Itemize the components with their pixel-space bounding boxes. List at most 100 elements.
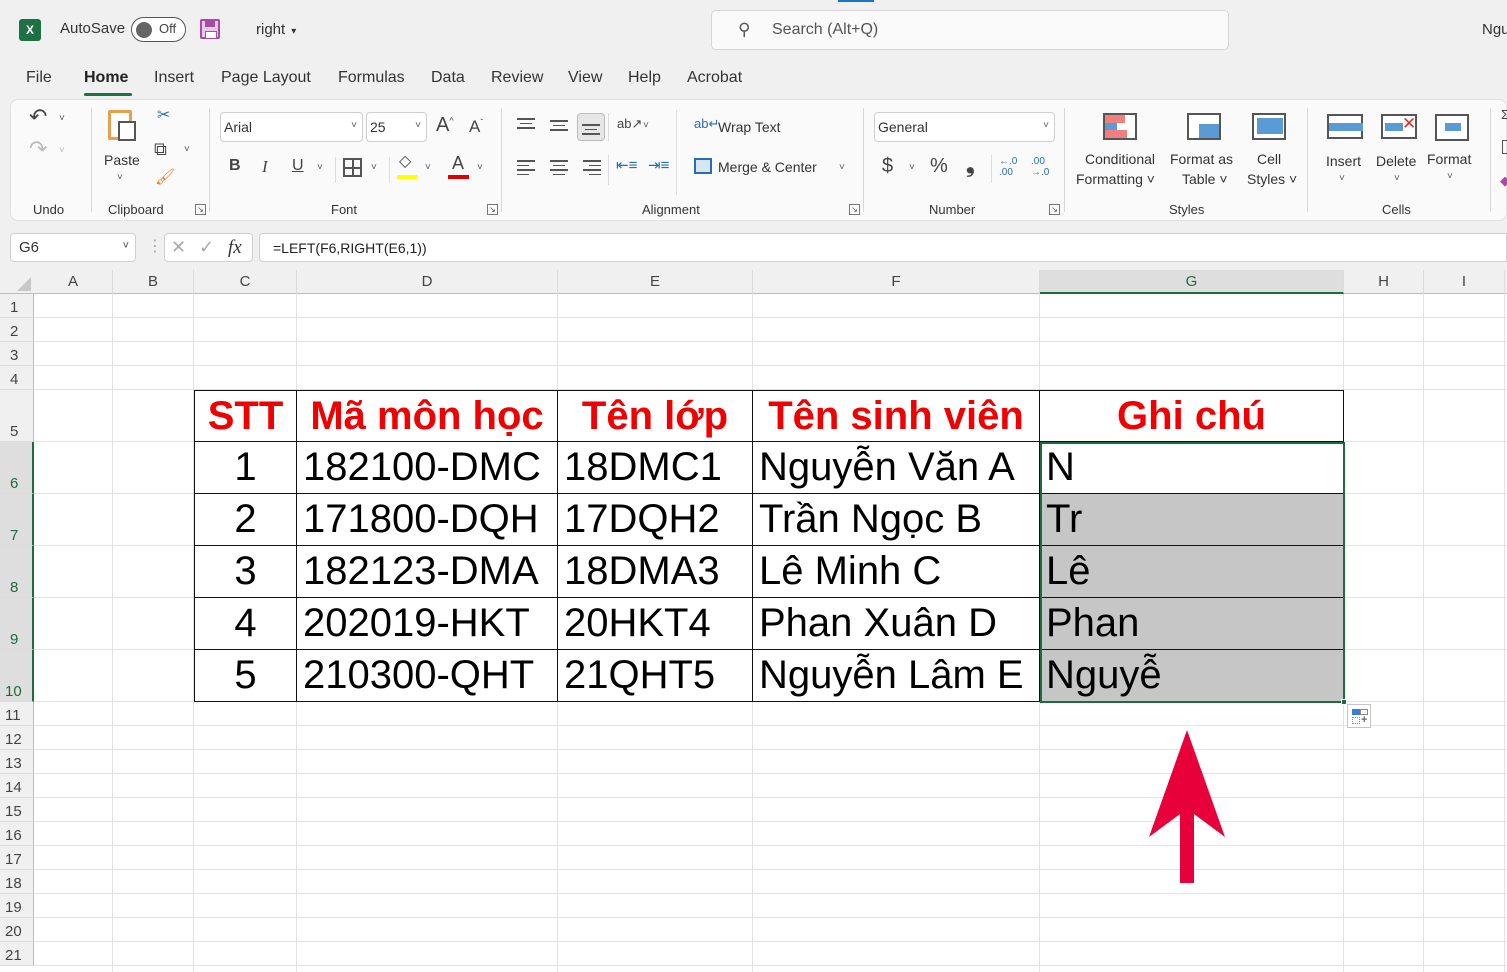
- underline-dropdown-icon[interactable]: ˅: [317, 162, 323, 173]
- font-color-dropdown-icon[interactable]: ˅: [477, 162, 483, 173]
- save-icon[interactable]: [200, 19, 220, 39]
- header-cell-stt[interactable]: STT: [194, 390, 297, 442]
- column-header-f[interactable]: F: [753, 270, 1040, 294]
- cell-course-code[interactable]: 182100-DMC: [297, 442, 558, 494]
- decrease-decimal-button[interactable]: .00 →.0: [1031, 156, 1049, 178]
- align-top-icon[interactable]: [517, 118, 535, 132]
- insert-function-icon[interactable]: fx: [228, 237, 242, 259]
- row-header-2[interactable]: 2: [0, 318, 34, 342]
- format-painter-icon[interactable]: 🖌: [155, 170, 175, 186]
- cell-course-code[interactable]: 202019-HKT: [297, 598, 558, 650]
- row-header-14[interactable]: 14: [0, 774, 34, 798]
- column-header-e[interactable]: E: [558, 270, 753, 294]
- cell-class-name[interactable]: 18DMC1: [558, 442, 753, 494]
- tab-data[interactable]: Data: [431, 69, 465, 87]
- format-cells-icon[interactable]: [1435, 114, 1469, 141]
- tab-view[interactable]: View: [568, 69, 602, 87]
- fill-icon[interactable]: [1502, 140, 1507, 154]
- row-header-16[interactable]: 16: [0, 822, 34, 846]
- flash-fill-options-button[interactable]: +: [1347, 704, 1371, 728]
- column-header-c[interactable]: C: [194, 270, 297, 294]
- format-cells-button[interactable]: Format: [1427, 151, 1471, 167]
- column-header-b[interactable]: B: [113, 270, 194, 294]
- format-as-table-line2[interactable]: Table ˅: [1182, 171, 1228, 187]
- header-cell-student-name[interactable]: Tên sinh viên: [753, 390, 1040, 442]
- currency-dropdown-icon[interactable]: ˅: [909, 162, 915, 173]
- clipboard-launcher-icon[interactable]: ↘: [195, 204, 206, 215]
- search-input[interactable]: ⚲ Search (Alt+Q): [711, 10, 1229, 50]
- align-left-icon[interactable]: [517, 160, 535, 175]
- cut-icon[interactable]: ✂: [157, 108, 170, 124]
- borders-icon[interactable]: [343, 158, 362, 177]
- align-bottom-button[interactable]: [577, 113, 605, 141]
- row-header-17[interactable]: 17: [0, 846, 34, 870]
- comma-style-button[interactable]: ❟: [966, 154, 975, 176]
- copy-icon[interactable]: ⧉: [154, 140, 167, 158]
- tab-review[interactable]: Review: [491, 69, 543, 87]
- tab-file[interactable]: File: [26, 69, 52, 87]
- cell-student-name[interactable]: Phan Xuân D: [753, 598, 1040, 650]
- formula-bar-grip-icon[interactable]: ⋮: [147, 236, 163, 256]
- column-header-a[interactable]: A: [34, 270, 113, 294]
- spreadsheet-grid[interactable]: ABCDEFGHI 1 2 3 4 5 6 7 8 9 10 11 12 13 14 15 16 17 18 19 2…: [0, 270, 1507, 972]
- cell-course-code[interactable]: 171800-DQH: [297, 494, 558, 546]
- merge-center-dropdown-icon[interactable]: ˅: [839, 162, 845, 173]
- align-center-icon[interactable]: [550, 160, 568, 175]
- row-header-11[interactable]: 11: [0, 702, 34, 726]
- format-dropdown-icon[interactable]: ˅: [1447, 171, 1453, 182]
- row-header-3[interactable]: 3: [0, 342, 34, 366]
- row-header-19[interactable]: 19: [0, 894, 34, 918]
- row-header-6[interactable]: 6: [0, 442, 34, 494]
- cell-stt[interactable]: 5: [194, 650, 297, 702]
- cell-note[interactable]: Nguyễ: [1040, 650, 1344, 702]
- fill-color-icon[interactable]: ◇: [399, 154, 411, 170]
- font-name-select[interactable]: Arial ˅: [220, 112, 363, 142]
- paste-dropdown-icon[interactable]: ˅: [117, 172, 123, 183]
- row-header-21[interactable]: 21: [0, 942, 34, 966]
- italic-button[interactable]: I: [262, 158, 268, 175]
- undo-dropdown-icon[interactable]: ˅: [59, 113, 65, 124]
- tab-acrobat[interactable]: Acrobat: [687, 69, 742, 87]
- user-name[interactable]: Ngu: [1482, 21, 1507, 38]
- increase-decimal-button[interactable]: ←.0 .00: [999, 156, 1017, 178]
- row-header-12[interactable]: 12: [0, 726, 34, 750]
- font-size-select[interactable]: 25 ˅: [366, 112, 427, 142]
- row-header-5[interactable]: 5: [0, 390, 34, 442]
- column-header-d[interactable]: D: [297, 270, 558, 294]
- header-cell-note[interactable]: Ghi chú: [1040, 390, 1344, 442]
- cell-styles-line2[interactable]: Styles ˅: [1247, 171, 1297, 187]
- header-cell-class-name[interactable]: Tên lớp: [558, 390, 753, 442]
- undo-icon[interactable]: ↶: [29, 106, 47, 128]
- conditional-formatting-icon[interactable]: [1103, 113, 1137, 140]
- row-header-20[interactable]: 20: [0, 918, 34, 942]
- row-header-7[interactable]: 7: [0, 494, 34, 546]
- name-box[interactable]: G6 ˅: [10, 233, 136, 262]
- cell-note[interactable]: Lê: [1040, 546, 1344, 598]
- insert-cells-icon[interactable]: [1327, 114, 1363, 139]
- cell-student-name[interactable]: Nguyễn Văn A: [753, 442, 1040, 494]
- row-header-15[interactable]: 15: [0, 798, 34, 822]
- cell-note[interactable]: N: [1040, 442, 1344, 494]
- document-name-button[interactable]: right ▾: [256, 21, 296, 38]
- delete-cells-icon[interactable]: ✕: [1381, 114, 1417, 139]
- cell-note[interactable]: Tr: [1040, 494, 1344, 546]
- header-cell-course-code[interactable]: Mã môn học: [297, 390, 558, 442]
- cell-class-name[interactable]: 18DMA3: [558, 546, 753, 598]
- cell-student-name[interactable]: Nguyễn Lâm E: [753, 650, 1040, 702]
- cell-course-code[interactable]: 182123-DMA: [297, 546, 558, 598]
- delete-dropdown-icon[interactable]: ˅: [1394, 173, 1400, 184]
- autosum-icon[interactable]: Σ: [1501, 108, 1507, 121]
- cell-class-name[interactable]: 17DQH2: [558, 494, 753, 546]
- cell-styles-icon[interactable]: [1252, 113, 1286, 140]
- cell-class-name[interactable]: 20HKT4: [558, 598, 753, 650]
- formula-input[interactable]: =LEFT(F6,RIGHT(E6,1)): [259, 233, 1507, 262]
- cell-stt[interactable]: 1: [194, 442, 297, 494]
- number-format-select[interactable]: General ˅: [874, 112, 1055, 142]
- cell-note[interactable]: Phan: [1040, 598, 1344, 650]
- enter-icon[interactable]: ✓: [199, 237, 214, 258]
- cell-stt[interactable]: 3: [194, 546, 297, 598]
- cell-stt[interactable]: 2: [194, 494, 297, 546]
- number-launcher-icon[interactable]: ↘: [1049, 204, 1060, 215]
- cell-course-code[interactable]: 210300-QHT: [297, 650, 558, 702]
- fill-color-dropdown-icon[interactable]: ˅: [425, 162, 431, 173]
